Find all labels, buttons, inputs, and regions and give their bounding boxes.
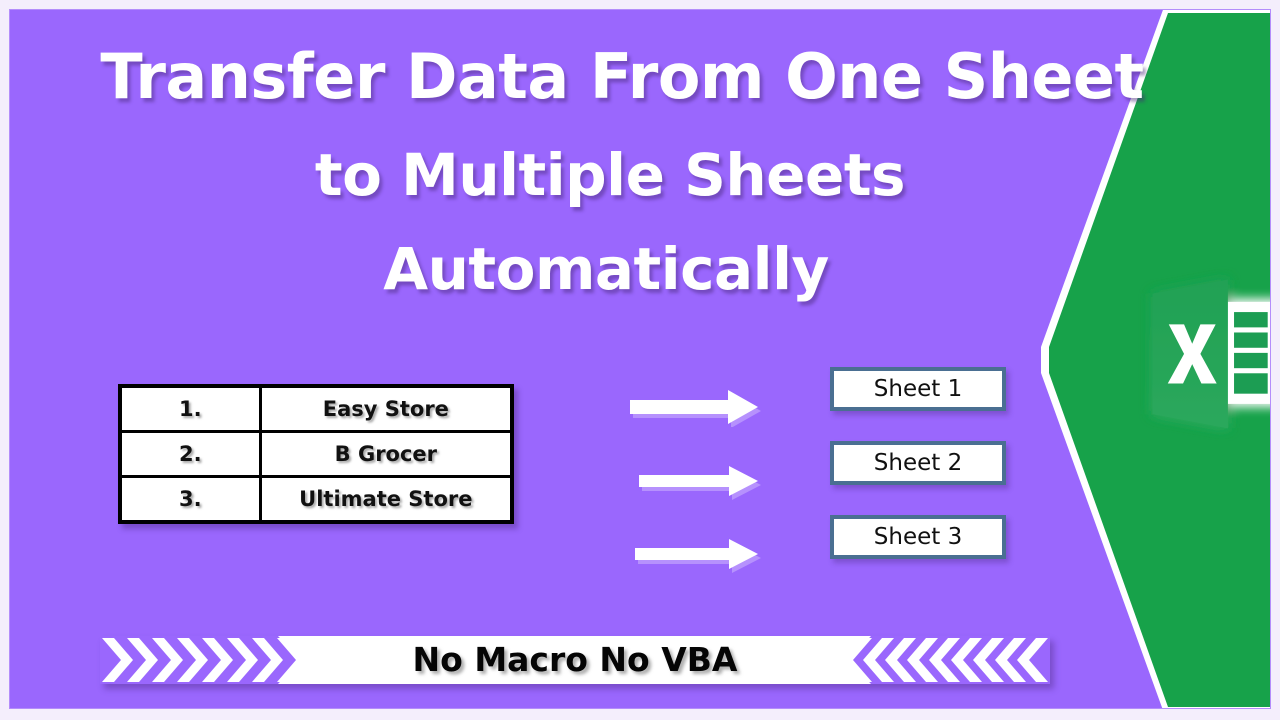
table-cell-index: 2. [118, 430, 262, 478]
outer-frame: Transfer Data From One Sheet to Multiple… [0, 0, 1280, 720]
table-cell-name: Easy Store [258, 384, 514, 433]
page-title-line-2: to Multiple Sheets [314, 141, 906, 209]
table-cell-index: 1. [118, 384, 262, 433]
sheet-box-2[interactable]: Sheet 2 [830, 441, 1006, 485]
sheet-box-3-label: Sheet 3 [873, 524, 963, 550]
sheet-box-1[interactable]: Sheet 1 [830, 367, 1006, 411]
table-cell-index: 3. [118, 475, 262, 524]
arrow-to-sheet-3-icon [627, 534, 761, 574]
table-row: 1. Easy Store [118, 384, 514, 433]
sheet-box-3[interactable]: Sheet 3 [830, 515, 1006, 559]
page-title-line-3: Automatically [383, 235, 829, 303]
arrow-to-sheet-2-icon [627, 461, 761, 501]
arrow-to-sheet-1-icon [627, 387, 761, 427]
table-cell-name: Ultimate Store [258, 475, 514, 524]
banner-text: No Macro No VBA [412, 640, 738, 679]
purple-background-panel: Transfer Data From One Sheet to Multiple… [9, 9, 1271, 709]
thumbnail-canvas: Transfer Data From One Sheet to Multiple… [0, 0, 1280, 720]
bottom-banner: No Macro No VBA [100, 636, 1050, 684]
sheet-box-2-label: Sheet 2 [873, 450, 963, 476]
table-row: 2. B Grocer [118, 430, 514, 478]
page-title-line-1: Transfer Data From One Sheet [100, 40, 1144, 113]
sheet-box-1-label: Sheet 1 [873, 376, 963, 402]
source-data-table: 1. Easy Store 2. B Grocer 3. Ultimate St… [118, 384, 514, 524]
table-cell-name: B Grocer [258, 430, 514, 478]
table-row: 3. Ultimate Store [118, 475, 514, 524]
